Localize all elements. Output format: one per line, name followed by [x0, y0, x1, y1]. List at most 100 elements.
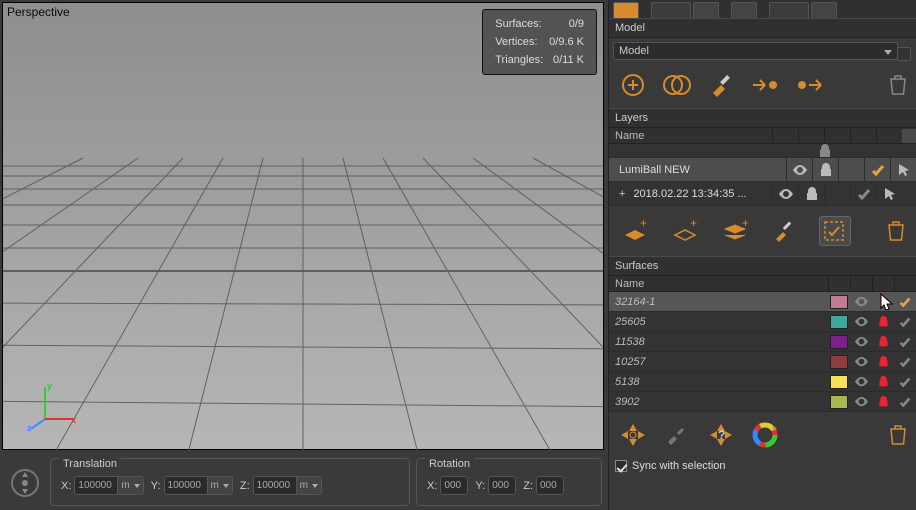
- surface-row[interactable]: 10257: [609, 352, 916, 372]
- arrow-in-icon[interactable]: [749, 70, 781, 100]
- surface-row[interactable]: 5138: [609, 372, 916, 392]
- translate-z-field[interactable]: m: [253, 476, 322, 495]
- color-swatch[interactable]: [830, 395, 848, 409]
- panel-tab-4[interactable]: [731, 2, 757, 18]
- layer-select-icon[interactable]: [819, 216, 851, 246]
- surface-name: 3902: [609, 396, 828, 408]
- transform-mode-icon[interactable]: [8, 466, 42, 500]
- color-swatch[interactable]: [830, 375, 848, 389]
- lock-icon[interactable]: [872, 355, 894, 368]
- eye-icon[interactable]: [850, 394, 872, 409]
- surface-name: 25605: [609, 316, 828, 328]
- rotate-y-field[interactable]: [488, 476, 516, 495]
- lock-icon[interactable]: [872, 335, 894, 348]
- check-icon[interactable]: [856, 186, 872, 202]
- check-icon[interactable]: [894, 315, 916, 329]
- surfaces-list: 32164-1 25605 11538 10257 5138 3902: [609, 292, 916, 412]
- layer-label: LumiBall NEW: [619, 164, 690, 176]
- color-swatch[interactable]: [830, 315, 848, 329]
- sync-label: Sync with selection: [632, 460, 726, 472]
- rotation-group: Rotation X: Y: Z:: [416, 458, 602, 506]
- svg-text:+: +: [640, 219, 647, 230]
- surface-name: 32164-1: [609, 296, 828, 308]
- trash-icon[interactable]: [886, 220, 906, 242]
- color-swatch[interactable]: [830, 335, 848, 349]
- surface-target-icon[interactable]: [617, 420, 649, 450]
- panel-tab-2[interactable]: [651, 2, 691, 18]
- add-target-icon[interactable]: [617, 70, 649, 100]
- viewport-3d[interactable]: Perspective: [2, 2, 604, 450]
- check-icon[interactable]: [894, 295, 916, 309]
- rotate-x-field[interactable]: [440, 476, 468, 495]
- lock-icon[interactable]: [804, 186, 820, 202]
- surface-brush-icon[interactable]: [661, 420, 693, 450]
- layer-row[interactable]: LumiBall NEW: [609, 158, 916, 182]
- panel-tab-3[interactable]: [693, 2, 719, 18]
- transform-bar: Translation X: m Y: m Z: m Rotation X: Y…: [0, 452, 606, 510]
- svg-text:+: +: [742, 219, 748, 230]
- eye-icon[interactable]: [850, 354, 872, 369]
- model-section-header: Model: [609, 18, 916, 38]
- model-dropdown[interactable]: Model: [613, 42, 898, 60]
- trash-icon[interactable]: [888, 424, 908, 446]
- check-icon[interactable]: [894, 395, 916, 409]
- layer-label: 2018.02.22 13:34:35 ...: [633, 188, 746, 200]
- layers-tools: + + +: [609, 206, 916, 256]
- panel-tab-active[interactable]: [613, 2, 639, 18]
- translate-y-field[interactable]: m: [164, 476, 233, 495]
- color-swatch[interactable]: [830, 295, 848, 309]
- expander-icon[interactable]: +: [619, 188, 625, 200]
- layer-stack-icon[interactable]: +: [719, 216, 751, 246]
- surface-row[interactable]: 11538: [609, 332, 916, 352]
- layer-brush-icon[interactable]: [769, 216, 801, 246]
- surfaces-tools: ?: [609, 412, 916, 458]
- unit-dropdown[interactable]: m: [207, 477, 232, 494]
- surface-row[interactable]: 32164-1: [609, 292, 916, 312]
- layer-row-top[interactable]: [609, 144, 916, 158]
- eye-icon[interactable]: [850, 374, 872, 389]
- panel-tab-5[interactable]: [769, 2, 809, 18]
- surface-row[interactable]: 25605: [609, 312, 916, 332]
- rotate-z-field[interactable]: [536, 476, 564, 495]
- surface-row[interactable]: 3902: [609, 392, 916, 412]
- arrow-out-icon[interactable]: [793, 70, 825, 100]
- lock-icon[interactable]: [818, 162, 834, 178]
- surface-help-icon[interactable]: ?: [705, 420, 737, 450]
- surface-name: 10257: [609, 356, 828, 368]
- eye-icon[interactable]: [778, 186, 794, 202]
- eye-icon[interactable]: [850, 294, 872, 309]
- lock-icon[interactable]: [872, 375, 894, 388]
- target-multi-icon[interactable]: [661, 70, 693, 100]
- check-icon[interactable]: [894, 355, 916, 369]
- surfaces-section-header: Surfaces: [609, 256, 916, 276]
- unit-dropdown[interactable]: m: [296, 477, 321, 494]
- eye-icon[interactable]: [792, 162, 808, 178]
- eye-icon[interactable]: [850, 314, 872, 329]
- translate-x-field[interactable]: m: [74, 476, 143, 495]
- check-icon[interactable]: [870, 162, 886, 178]
- surface-colorwheel-icon[interactable]: [749, 420, 781, 450]
- svg-text:+: +: [690, 219, 697, 230]
- sync-checkbox-row: Sync with selection: [609, 458, 916, 480]
- check-icon[interactable]: [894, 375, 916, 389]
- eye-icon[interactable]: [850, 334, 872, 349]
- layer-row[interactable]: +2018.02.22 13:34:35 ...: [609, 182, 916, 206]
- cursor-icon[interactable]: [882, 186, 898, 202]
- panel-tab-6[interactable]: [811, 2, 837, 18]
- layers-section-header: Layers: [609, 108, 916, 128]
- color-swatch[interactable]: [830, 355, 848, 369]
- cursor-icon[interactable]: [896, 162, 912, 178]
- lock-icon[interactable]: [872, 315, 894, 328]
- sync-checkbox[interactable]: [615, 460, 627, 472]
- brush-icon[interactable]: [705, 70, 737, 100]
- surface-name: 5138: [609, 376, 828, 388]
- unit-dropdown[interactable]: m: [117, 477, 142, 494]
- check-icon[interactable]: [894, 335, 916, 349]
- scroll-up-icon[interactable]: [902, 129, 916, 143]
- layer-add-outline-icon[interactable]: +: [669, 216, 701, 246]
- trash-icon[interactable]: [888, 74, 908, 96]
- lock-icon[interactable]: [872, 295, 894, 308]
- layer-add-icon[interactable]: +: [619, 216, 651, 246]
- lock-icon[interactable]: [872, 395, 894, 408]
- layers-columns: Name: [609, 128, 916, 144]
